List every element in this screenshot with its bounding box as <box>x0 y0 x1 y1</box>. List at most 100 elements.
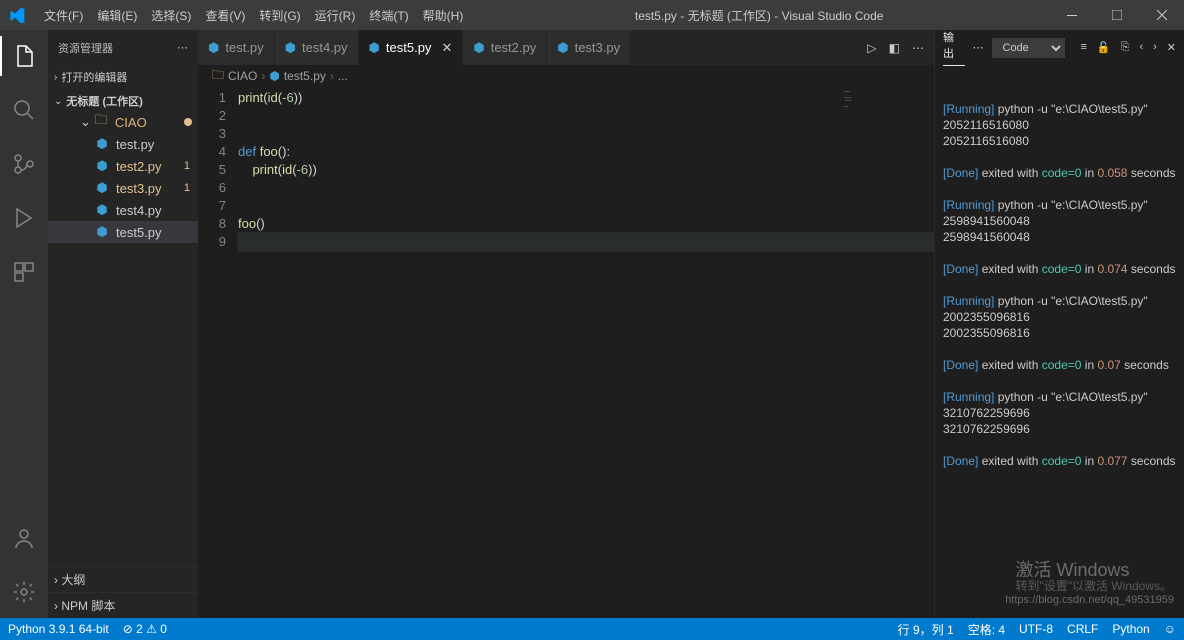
editor-tab[interactable]: ⬢ test.py <box>198 30 275 65</box>
editor-tab[interactable]: ⬢ test4.py <box>275 30 359 65</box>
tab-label: test2.py <box>491 40 537 55</box>
menu-item[interactable]: 转到(G) <box>253 3 306 28</box>
close-tab-icon[interactable]: ✕ <box>441 40 452 56</box>
tab-label: test4.py <box>302 40 348 55</box>
file-item[interactable]: ⬢ test.py <box>48 133 198 155</box>
editor-tab[interactable]: ⬢ test3.py <box>547 30 631 65</box>
status-language[interactable]: Python <box>1112 622 1149 636</box>
python-icon: ⬢ <box>557 40 568 56</box>
open-editors-section[interactable]: › 打开的编辑器 <box>48 67 198 87</box>
chevron-right-icon: › <box>330 69 334 83</box>
python-icon: ⬢ <box>208 40 219 56</box>
more-icon[interactable]: ⋯ <box>177 41 188 54</box>
menu-item[interactable]: 运行(R) <box>309 3 362 28</box>
tab-label: test3.py <box>575 40 621 55</box>
menu-item[interactable]: 帮助(H) <box>417 3 470 28</box>
run-icon[interactable]: ▷ <box>867 41 876 55</box>
status-eol[interactable]: CRLF <box>1067 622 1098 636</box>
file-name: test.py <box>116 137 190 152</box>
python-icon: ⬢ <box>94 158 110 174</box>
workspace-section[interactable]: ⌄ 无标题 (工作区) <box>48 91 198 111</box>
window-title: test5.py - 无标题 (工作区) - Visual Studio Cod… <box>469 7 1049 24</box>
output-panel: 输出 ⋯ Code ≡ 🔓 ⎘ ‹ › ✕ [Running] python -… <box>934 30 1184 618</box>
clear-output-icon[interactable]: ≡ <box>1081 41 1087 54</box>
editor-tab[interactable]: ⬢ test2.py <box>463 30 547 65</box>
chevron-right-icon: › <box>54 72 57 83</box>
file-badge: 1 <box>184 182 190 194</box>
status-encoding[interactable]: UTF-8 <box>1019 622 1053 636</box>
maximize-button[interactable] <box>1094 0 1139 30</box>
chevron-right-icon: › <box>54 599 58 613</box>
code-editor[interactable]: 123456789 print(id(-6)) def foo(): print… <box>198 87 934 618</box>
chevron-right-icon: › <box>261 69 265 83</box>
sidebar-title: 资源管理器 <box>58 40 113 56</box>
file-item[interactable]: ⬢ test3.py1 <box>48 177 198 199</box>
next-icon[interactable]: › <box>1153 41 1157 54</box>
output-channel-select[interactable]: Code <box>992 38 1065 58</box>
status-feedback[interactable]: ☺ <box>1164 622 1176 636</box>
menu-item[interactable]: 编辑(E) <box>91 3 143 28</box>
file-item[interactable]: ⬢test4.py <box>48 199 198 221</box>
breadcrumb[interactable]: 🗀 CIAO › ⬢ test5.py › ... <box>198 65 934 87</box>
menu-item[interactable]: 查看(V) <box>199 3 251 28</box>
more-icon[interactable]: ⋯ <box>912 41 924 55</box>
chevron-down-icon: ⌄ <box>80 114 91 130</box>
search-icon[interactable] <box>0 90 48 130</box>
panel-tab-output[interactable]: 输出 <box>943 29 965 66</box>
folder-ciao[interactable]: ⌄ 🗀 CIAO <box>48 111 198 133</box>
file-item[interactable]: ⬢test5.py <box>48 221 198 243</box>
chevron-right-icon: › <box>54 573 58 587</box>
activity-bar <box>0 30 48 618</box>
minimize-button[interactable] <box>1049 0 1094 30</box>
menu-item[interactable]: 终端(T) <box>363 3 414 28</box>
outline-section[interactable]: › 大纲 <box>48 566 198 592</box>
watermark-title: 激活 Windows <box>1015 562 1172 578</box>
status-cursor[interactable]: 行 9，列 1 <box>898 621 954 638</box>
file-name: test3.py <box>116 181 184 196</box>
lock-scroll-icon[interactable]: 🔓 <box>1097 41 1111 54</box>
editor-tabs: ⬢ test.py ⬢ test4.py ⬢ test5.py ✕ ⬢ test2.py ⬢ tes… <box>198 30 934 65</box>
file-badge: 1 <box>184 160 190 172</box>
minimap[interactable]: ▬▬▬▬▬▬▬ ▬▬▬▬▬ <box>842 89 922 111</box>
open-file-icon[interactable]: ⎘ <box>1121 41 1130 54</box>
editor-tab[interactable]: ⬢ test5.py ✕ <box>359 30 464 65</box>
prev-icon[interactable]: ‹ <box>1139 41 1143 54</box>
run-debug-icon[interactable] <box>0 198 48 238</box>
vscode-logo <box>0 7 34 23</box>
menu-item[interactable]: 文件(F) <box>38 3 89 28</box>
python-icon: ⬢ <box>94 180 110 196</box>
extensions-icon[interactable] <box>0 252 48 292</box>
python-icon: ⬢ <box>269 69 279 83</box>
account-icon[interactable] <box>0 518 48 558</box>
line-numbers: 123456789 <box>198 87 238 618</box>
titlebar: 文件(F)编辑(E)选择(S)查看(V)转到(G)运行(R)终端(T)帮助(H)… <box>0 0 1184 30</box>
source-control-icon[interactable] <box>0 144 48 184</box>
split-editor-icon[interactable]: ◧ <box>889 41 900 55</box>
settings-gear-icon[interactable] <box>0 572 48 612</box>
status-problems[interactable]: ⊘ 2 ⚠ 0 <box>123 622 167 636</box>
folder-icon: 🗀 <box>212 66 224 87</box>
output-content[interactable]: [Running] python -u "e:\CIAO\test5.py"20… <box>935 65 1184 618</box>
chevron-down-icon: ⌄ <box>54 96 62 107</box>
explorer-icon[interactable] <box>0 36 48 76</box>
close-panel-icon[interactable]: ✕ <box>1167 41 1176 54</box>
python-icon: ⬢ <box>94 136 110 152</box>
menu-bar: 文件(F)编辑(E)选择(S)查看(V)转到(G)运行(R)终端(T)帮助(H) <box>34 3 469 28</box>
menu-item[interactable]: 选择(S) <box>145 3 197 28</box>
status-indent[interactable]: 空格: 4 <box>968 621 1005 638</box>
file-item[interactable]: ⬢test2.py1 <box>48 155 198 177</box>
python-icon: ⬢ <box>94 224 110 240</box>
close-button[interactable] <box>1139 0 1184 30</box>
npm-section[interactable]: › NPM 脚本 <box>48 592 198 618</box>
python-icon: ⬢ <box>369 40 380 56</box>
status-python[interactable]: Python 3.9.1 64-bit <box>8 622 109 636</box>
tab-label: test5.py <box>386 40 432 55</box>
tab-label: test.py <box>225 40 263 55</box>
folder-icon: 🗀 <box>93 111 109 133</box>
python-icon: ⬢ <box>94 202 110 218</box>
sidebar: 资源管理器 ⋯ › 打开的编辑器 ⌄ 无标题 (工作区) ⌄ 🗀 CIAO ⬢t… <box>48 30 198 618</box>
more-icon[interactable]: ⋯ <box>973 41 984 54</box>
python-icon: ⬢ <box>285 40 296 56</box>
python-icon: ⬢ <box>473 40 484 56</box>
modified-dot-icon <box>184 118 192 126</box>
